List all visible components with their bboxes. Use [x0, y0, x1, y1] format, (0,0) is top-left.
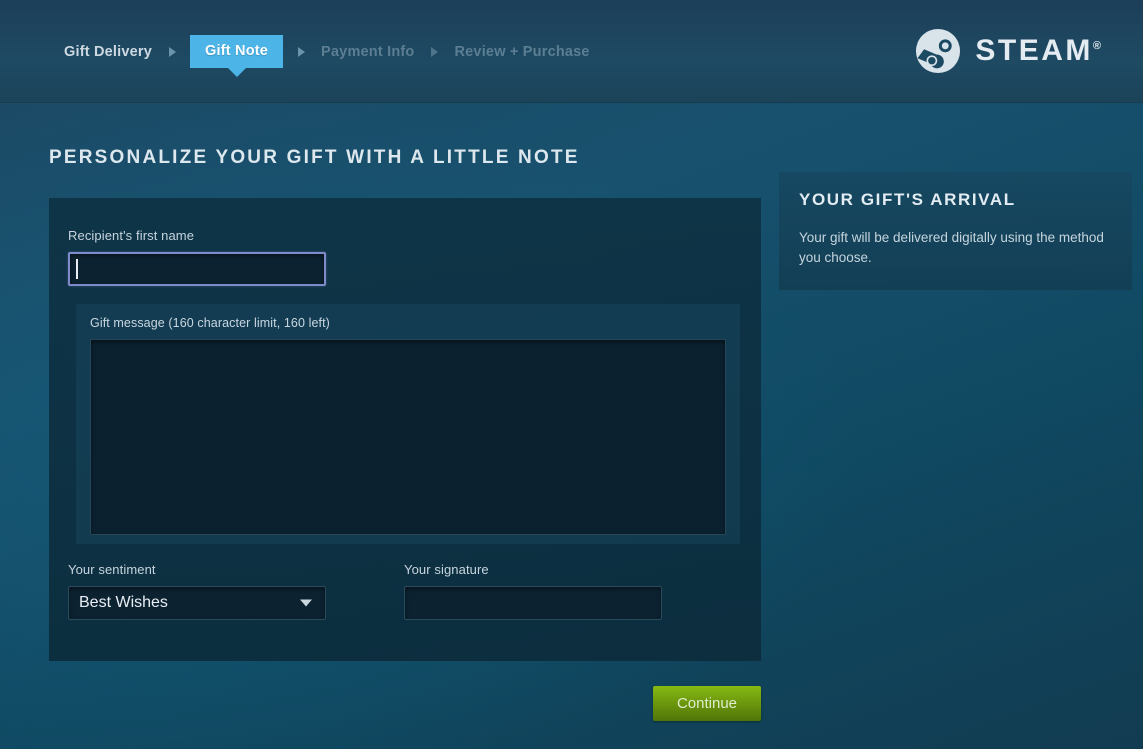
page-title: PERSONALIZE YOUR GIFT WITH A LITTLE NOTE	[49, 147, 580, 168]
sentiment-selected-value: Best Wishes	[79, 594, 168, 611]
registered-trademark-icon: ®	[1092, 40, 1101, 52]
sentiment-field-group: Your sentiment Best Wishes	[68, 562, 326, 620]
steam-wordmark: STEAM®	[975, 34, 1101, 68]
breadcrumb-step-gift-delivery[interactable]: Gift Delivery	[62, 44, 154, 60]
steam-wordmark-text: STEAM	[975, 34, 1093, 67]
recipient-name-input[interactable]	[68, 252, 326, 286]
gift-message-textarea[interactable]	[90, 339, 726, 535]
gift-message-field-group: Gift message (160 character limit, 160 l…	[76, 304, 740, 544]
breadcrumb-step-label: Gift Note	[205, 43, 269, 59]
steam-valve-icon	[916, 28, 961, 74]
gift-arrival-panel: YOUR GIFT'S ARRIVAL Your gift will be de…	[779, 172, 1132, 290]
breadcrumb-step-payment-info[interactable]: Payment Info	[319, 44, 416, 60]
page-header: Gift Delivery Gift Note Payment Info Rev…	[0, 0, 1143, 103]
sentiment-signature-row: Your sentiment Best Wishes Your signatur…	[68, 562, 728, 620]
recipient-name-label: Recipient's first name	[68, 228, 195, 243]
gift-note-form-panel: Recipient's first name Gift message (160…	[49, 198, 761, 661]
signature-input[interactable]	[404, 586, 662, 620]
breadcrumb-step-label: Gift Delivery	[64, 43, 153, 60]
signature-field-group: Your signature	[404, 562, 662, 620]
continue-button[interactable]: Continue	[653, 686, 761, 721]
text-caret	[76, 259, 78, 279]
chevron-down-icon	[300, 599, 312, 607]
breadcrumb-step-gift-note[interactable]: Gift Note	[190, 35, 284, 68]
steam-logo[interactable]: STEAM®	[915, 28, 1101, 74]
breadcrumb-step-label: Review + Purchase	[454, 43, 590, 60]
gift-message-label: Gift message (160 character limit, 160 l…	[90, 316, 330, 330]
sentiment-label: Your sentiment	[68, 562, 156, 577]
breadcrumb-separator-icon	[154, 46, 190, 57]
gift-note-page: Gift Delivery Gift Note Payment Info Rev…	[0, 0, 1143, 749]
signature-label: Your signature	[404, 562, 489, 577]
breadcrumb-separator-icon	[417, 46, 453, 57]
breadcrumb-step-review-purchase[interactable]: Review + Purchase	[453, 44, 592, 60]
recipient-name-field-group: Recipient's first name	[68, 228, 326, 286]
sentiment-select[interactable]: Best Wishes	[68, 586, 326, 620]
breadcrumb-separator-icon	[283, 46, 319, 57]
breadcrumb-step-label: Payment Info	[321, 43, 415, 60]
gift-arrival-title: YOUR GIFT'S ARRIVAL	[799, 190, 1016, 209]
checkout-breadcrumb: Gift Delivery Gift Note Payment Info Rev…	[62, 0, 592, 103]
gift-arrival-description: Your gift will be delivered digitally us…	[799, 230, 1104, 265]
